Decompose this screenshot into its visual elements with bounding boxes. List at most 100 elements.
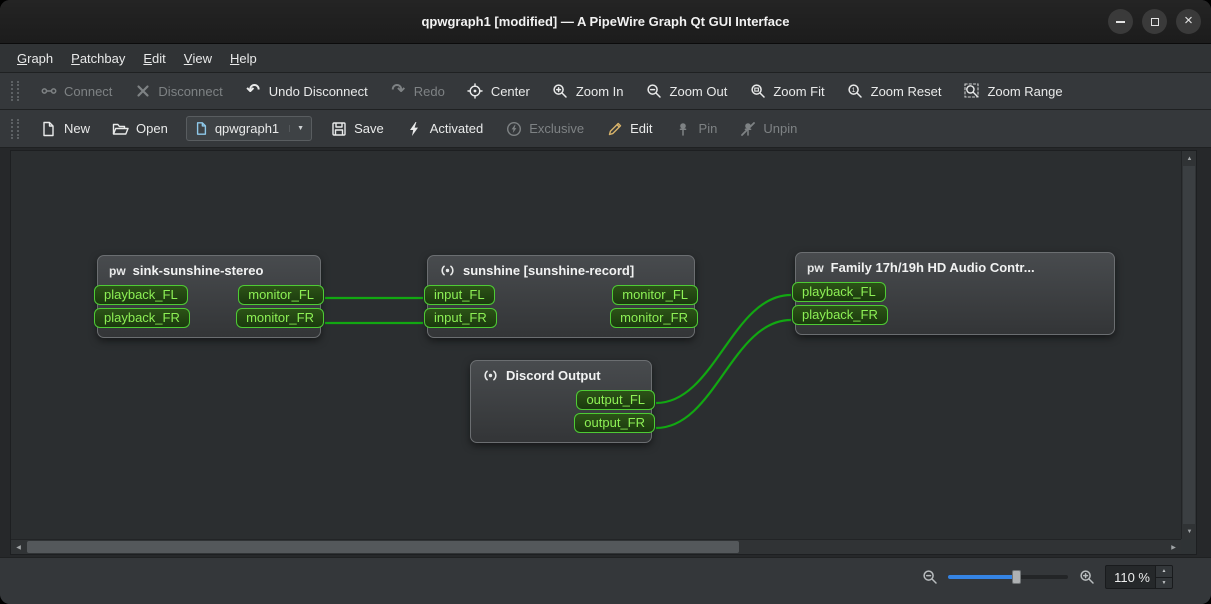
disconnect-button[interactable]: Disconnect xyxy=(124,77,232,105)
toolbar-handle[interactable] xyxy=(11,118,19,139)
toolbar-handle[interactable] xyxy=(11,81,19,101)
port-output[interactable]: monitor_FL xyxy=(612,285,698,305)
scroll-up-button[interactable]: ▲ xyxy=(1182,151,1196,166)
vertical-scrollbar[interactable]: ▲ ▼ xyxy=(1181,151,1196,539)
connect-label: Connect xyxy=(64,83,113,99)
zoom-slider[interactable] xyxy=(948,568,1068,586)
scroll-left-button[interactable]: ◀ xyxy=(11,540,26,554)
new-button[interactable]: New xyxy=(30,115,100,143)
zoom-spinbox[interactable]: 110 % ▲ ▼ xyxy=(1105,565,1173,589)
canvas-frame: pw sink-sunshine-stereo playback_FL play… xyxy=(0,148,1211,557)
port-input[interactable]: playback_FL xyxy=(94,285,188,305)
zoom-out-icon xyxy=(646,83,663,100)
scrollbar-corner xyxy=(1181,539,1196,554)
menu-help[interactable]: Help xyxy=(221,44,266,72)
center-button[interactable]: Center xyxy=(457,77,540,105)
zoom-slider-groove[interactable] xyxy=(948,575,1068,579)
scroll-right-button[interactable]: ▶ xyxy=(1166,540,1181,554)
zoom-out-icon xyxy=(921,569,938,586)
disconnect-label: Disconnect xyxy=(158,83,223,99)
menu-edit[interactable]: Edit xyxy=(134,44,174,72)
save-label: Save xyxy=(354,121,384,136)
graph-node[interactable]: Discord Output output_FL output_FR xyxy=(470,360,655,443)
exclusive-label: Exclusive xyxy=(529,121,585,136)
save-icon xyxy=(330,120,347,137)
edit-button[interactable]: Edit xyxy=(596,115,662,143)
pin-label: Pin xyxy=(698,121,718,136)
new-label: New xyxy=(64,121,91,136)
port-output[interactable]: monitor_FL xyxy=(238,285,324,305)
port-output[interactable]: output_FL xyxy=(576,390,655,410)
close-button[interactable]: × xyxy=(1176,9,1201,34)
window-title: qpwgraph1 [modified] — A PipeWire Graph … xyxy=(421,14,790,29)
disconnect-icon xyxy=(134,83,151,100)
edit-label: Edit xyxy=(630,121,653,136)
horizontal-scrollbar[interactable]: ◀ ▶ xyxy=(11,539,1181,554)
port-output[interactable]: monitor_FR xyxy=(610,308,698,328)
zoom-range-button[interactable]: Zoom Range xyxy=(953,77,1072,105)
zoom-in-label: Zoom In xyxy=(575,83,624,99)
zoom-slider-handle[interactable] xyxy=(1012,570,1021,584)
zoom-reset-label: Zoom Reset xyxy=(870,83,942,99)
patchbay-toolbar: New Open qpwgraph1 ▼ Save Activated Excl… xyxy=(0,110,1211,148)
vertical-scroll-track[interactable] xyxy=(1182,166,1196,524)
save-button[interactable]: Save xyxy=(320,115,394,143)
exclusive-icon xyxy=(505,120,522,137)
zoom-range-icon xyxy=(963,83,980,100)
spin-up-button[interactable]: ▲ xyxy=(1156,566,1172,578)
exclusive-toggle[interactable]: Exclusive xyxy=(495,115,594,143)
unpin-button[interactable]: Unpin xyxy=(729,115,807,143)
graph-canvas[interactable]: pw sink-sunshine-stereo playback_FL play… xyxy=(10,150,1197,555)
titlebar[interactable]: qpwgraph1 [modified] — A PipeWire Graph … xyxy=(0,0,1211,44)
undo-icon: ↶ xyxy=(246,82,260,99)
activated-toggle[interactable]: Activated xyxy=(396,115,493,143)
port-input[interactable]: playback_FR xyxy=(792,305,888,325)
graph-node[interactable]: pw Family 17h/19h HD Audio Contr... play… xyxy=(792,252,1115,335)
graph-node[interactable]: sunshine [sunshine-record] input_FL inpu… xyxy=(424,255,698,338)
undo-disconnect-button[interactable]: ↶ Undo Disconnect xyxy=(235,77,378,105)
unpin-icon xyxy=(739,120,756,137)
menu-patchbay[interactable]: Patchbay xyxy=(62,44,134,72)
zoom-in-icon xyxy=(1078,569,1095,586)
stream-record-icon xyxy=(439,263,456,278)
menu-view[interactable]: View xyxy=(175,44,221,72)
pin-button[interactable]: Pin xyxy=(665,115,728,143)
zoom-in-button[interactable]: Zoom In xyxy=(542,77,634,105)
zoom-in-icon xyxy=(552,83,569,100)
port-input[interactable]: playback_FL xyxy=(792,282,886,302)
port-output[interactable]: monitor_FR xyxy=(236,308,324,328)
redo-label: Redo xyxy=(413,83,445,99)
zoom-fit-button[interactable]: Zoom Fit xyxy=(739,77,834,105)
patchbay-selector-combo[interactable]: qpwgraph1 ▼ xyxy=(185,116,313,141)
scroll-down-button[interactable]: ▼ xyxy=(1182,524,1196,539)
zoom-out-label: Zoom Out xyxy=(669,83,728,99)
zoom-reset-button[interactable]: 1 Zoom Reset xyxy=(837,77,952,105)
redo-button[interactable]: ↷ Redo xyxy=(380,77,455,105)
zoom-reset-icon: 1 xyxy=(847,83,864,100)
minimize-button[interactable] xyxy=(1108,9,1133,34)
graph-node[interactable]: pw sink-sunshine-stereo playback_FL play… xyxy=(94,255,324,338)
graph-toolbar: Connect Disconnect ↶ Undo Disconnect ↷ R… xyxy=(0,73,1211,110)
port-input[interactable]: input_FR xyxy=(424,308,497,328)
pipewire-icon: pw xyxy=(807,260,824,275)
menu-graph[interactable]: Graph xyxy=(8,44,62,72)
port-input[interactable]: input_FL xyxy=(424,285,495,305)
spin-down-button[interactable]: ▼ xyxy=(1156,577,1172,588)
open-label: Open xyxy=(136,121,168,136)
horizontal-scroll-track[interactable] xyxy=(26,540,1166,554)
connect-icon xyxy=(40,83,57,100)
vertical-scroll-thumb[interactable] xyxy=(1183,166,1195,524)
minimize-icon xyxy=(1116,20,1125,23)
connect-button[interactable]: Connect xyxy=(30,77,122,105)
port-output[interactable]: output_FR xyxy=(574,413,655,433)
zoom-out-button[interactable]: Zoom Out xyxy=(636,77,738,105)
undo-disconnect-label: Undo Disconnect xyxy=(268,83,368,99)
open-button[interactable]: Open xyxy=(102,115,178,143)
port-input[interactable]: playback_FR xyxy=(94,308,190,328)
maximize-button[interactable] xyxy=(1142,9,1167,34)
close-icon: × xyxy=(1184,12,1193,29)
node-title: sink-sunshine-stereo xyxy=(132,263,264,278)
patchbay-file-icon xyxy=(194,120,209,137)
horizontal-scroll-thumb[interactable] xyxy=(27,541,739,553)
svg-text:1: 1 xyxy=(852,87,856,94)
